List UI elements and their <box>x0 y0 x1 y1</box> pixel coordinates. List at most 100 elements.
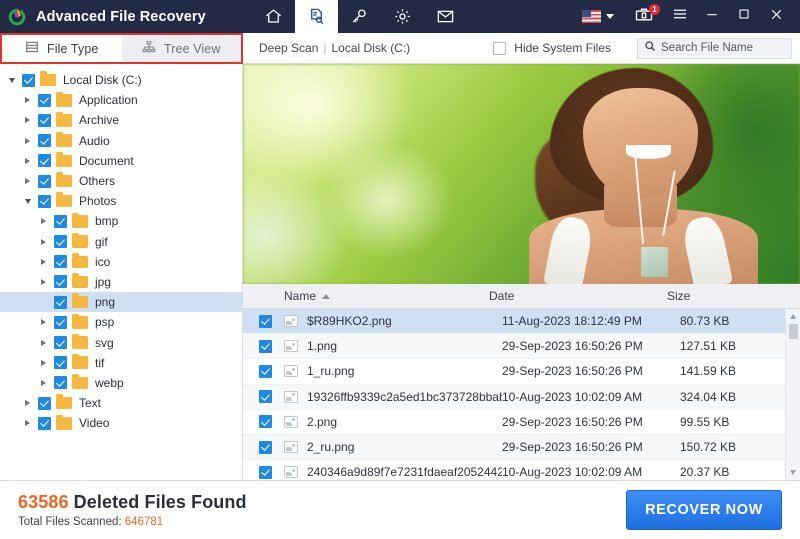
tree-item-gif[interactable]: gif <box>0 232 242 252</box>
column-header-date[interactable]: Date <box>489 289 667 303</box>
table-row[interactable]: 2.png 29-Sep-2023 16:50:26 PM 99.55 KB <box>243 409 785 435</box>
key-button[interactable] <box>338 0 381 33</box>
table-row[interactable]: 1_ru.png 29-Sep-2023 16:50:26 PM 141.59 KB <box>243 359 785 385</box>
language-selector[interactable] <box>572 10 624 23</box>
search-box[interactable]: ✕ <box>637 37 800 59</box>
chevron-right-icon[interactable] <box>22 420 33 427</box>
chevron-right-icon[interactable] <box>38 278 49 285</box>
tree-item-archive[interactable]: Archive <box>0 110 242 130</box>
file-list[interactable]: $R89HKO2.png 11-Aug-2023 18:12:49 PM 80.73… <box>243 309 785 480</box>
tree-item-checkbox[interactable] <box>38 134 51 148</box>
chevron-right-icon[interactable] <box>38 319 49 326</box>
tree-item-checkbox[interactable] <box>54 255 67 269</box>
tab-file-type[interactable]: File Type <box>2 35 122 62</box>
toolbox-button[interactable]: 1 <box>624 4 664 29</box>
folder-icon <box>72 253 88 269</box>
tree-item-checkbox[interactable] <box>38 416 51 430</box>
tree-item-local-disk-c[interactable]: Local Disk (C:) <box>0 70 242 90</box>
tree-item-checkbox[interactable] <box>54 275 67 289</box>
tree-item-checkbox[interactable] <box>38 194 51 208</box>
file-row-checkbox[interactable] <box>259 364 272 378</box>
chevron-right-icon[interactable] <box>38 218 49 225</box>
scrollbar-track[interactable] <box>786 324 800 465</box>
search-input[interactable] <box>661 42 800 54</box>
tree-item-document[interactable]: Document <box>0 151 242 171</box>
tree-item-checkbox[interactable] <box>54 356 67 370</box>
tree-item-audio[interactable]: Audio <box>0 131 242 151</box>
tree-item-checkbox[interactable] <box>38 174 51 188</box>
tab-tree-view-label: Tree View <box>164 41 221 56</box>
tree-item-checkbox[interactable] <box>54 235 67 249</box>
file-row-checkbox[interactable] <box>259 314 272 328</box>
menu-button[interactable] <box>664 0 696 33</box>
tree-item-video[interactable]: Video <box>0 413 242 433</box>
tree-item-png[interactable]: png <box>0 292 242 313</box>
tree-item-checkbox[interactable] <box>38 396 51 410</box>
chevron-right-icon[interactable] <box>22 400 33 407</box>
tab-tree-view[interactable]: Tree View <box>121 35 241 62</box>
tree-item-checkbox[interactable] <box>38 113 51 127</box>
tree-item-checkbox[interactable] <box>38 154 51 168</box>
chevron-right-icon[interactable] <box>22 117 33 124</box>
file-row-checkbox[interactable] <box>259 440 272 454</box>
scan-button[interactable] <box>294 0 338 33</box>
chevron-right-icon[interactable] <box>22 157 33 164</box>
recover-now-button[interactable]: RECOVER NOW <box>626 490 782 530</box>
tree-item-checkbox[interactable] <box>54 214 67 228</box>
chevron-right-icon[interactable] <box>38 238 49 245</box>
tree-item-checkbox[interactable] <box>22 73 35 87</box>
tree-item-psp[interactable]: psp <box>0 312 242 332</box>
table-row[interactable]: 2_ru.png 29-Sep-2023 16:50:26 PM 150.72 KB <box>243 434 785 461</box>
hide-system-files-checkbox[interactable] <box>493 41 507 55</box>
file-row-checkbox[interactable] <box>259 415 272 429</box>
chevron-right-icon[interactable] <box>22 137 33 144</box>
chevron-down-icon[interactable] <box>6 77 17 83</box>
column-header-size[interactable]: Size <box>667 289 800 303</box>
table-row[interactable]: 1.png 29-Sep-2023 16:50:26 PM 127.51 KB <box>243 334 785 360</box>
chevron-right-icon[interactable] <box>22 97 33 104</box>
tree-item-checkbox[interactable] <box>54 295 67 309</box>
table-row[interactable]: 240346a9d89f7e7231fdaeaf2052442b.png10-A… <box>243 460 785 480</box>
table-row[interactable]: 19326ffb9339c2a5ed1bc373728bbaba.png10-A… <box>243 384 785 410</box>
tree-item-checkbox[interactable] <box>54 315 67 329</box>
tree-item-ico[interactable]: ico <box>0 252 242 272</box>
chevron-right-icon[interactable] <box>38 359 49 366</box>
chevron-down-icon[interactable] <box>22 198 33 204</box>
mail-button[interactable] <box>424 0 467 33</box>
tree-item-checkbox[interactable] <box>54 336 67 350</box>
folder-tree-panel[interactable]: Local Disk (C:) Application Archive Audio Do… <box>0 64 243 480</box>
maximize-button[interactable] <box>728 0 760 33</box>
chevron-right-icon[interactable] <box>22 178 33 185</box>
chevron-right-icon[interactable] <box>38 379 49 386</box>
tree-item-checkbox[interactable] <box>54 376 67 390</box>
file-list-scrollbar[interactable] <box>785 309 800 480</box>
tree-item-jpg[interactable]: jpg <box>0 272 242 292</box>
tree-item-tif[interactable]: tif <box>0 353 242 373</box>
tree-item-webp[interactable]: webp <box>0 373 242 393</box>
tree-item-photos[interactable]: Photos <box>0 191 242 211</box>
chevron-right-icon[interactable] <box>38 339 49 346</box>
file-date-cell: 29-Sep-2023 16:50:26 PM <box>502 364 643 379</box>
title-bar: Advanced File Recovery 1 <box>0 0 800 33</box>
scrollbar-thumb[interactable] <box>788 324 798 339</box>
hide-system-files-toggle[interactable]: Hide System Files <box>493 41 611 55</box>
tree-item-bmp[interactable]: bmp <box>0 211 242 231</box>
tree-item-checkbox[interactable] <box>38 93 51 107</box>
scroll-up-button[interactable] <box>786 309 800 324</box>
table-row[interactable]: $R89HKO2.png 11-Aug-2023 18:12:49 PM 80.73… <box>243 309 785 335</box>
tree-item-application[interactable]: Application <box>0 90 242 110</box>
home-button[interactable] <box>252 0 295 33</box>
file-row-checkbox[interactable] <box>259 390 272 404</box>
file-row-checkbox[interactable] <box>259 339 272 353</box>
tree-item-others[interactable]: Others <box>0 171 242 191</box>
column-header-name[interactable]: Name <box>243 289 489 303</box>
chevron-right-icon[interactable] <box>38 258 49 265</box>
settings-button[interactable] <box>381 0 424 33</box>
minimize-button[interactable] <box>696 0 728 33</box>
scroll-down-button[interactable] <box>786 465 800 480</box>
close-button[interactable] <box>760 0 792 33</box>
tree-item-svg[interactable]: svg <box>0 332 242 352</box>
toolbox-badge: 1 <box>649 4 660 15</box>
tree-item-text[interactable]: Text <box>0 393 242 413</box>
file-row-checkbox[interactable] <box>259 465 272 479</box>
